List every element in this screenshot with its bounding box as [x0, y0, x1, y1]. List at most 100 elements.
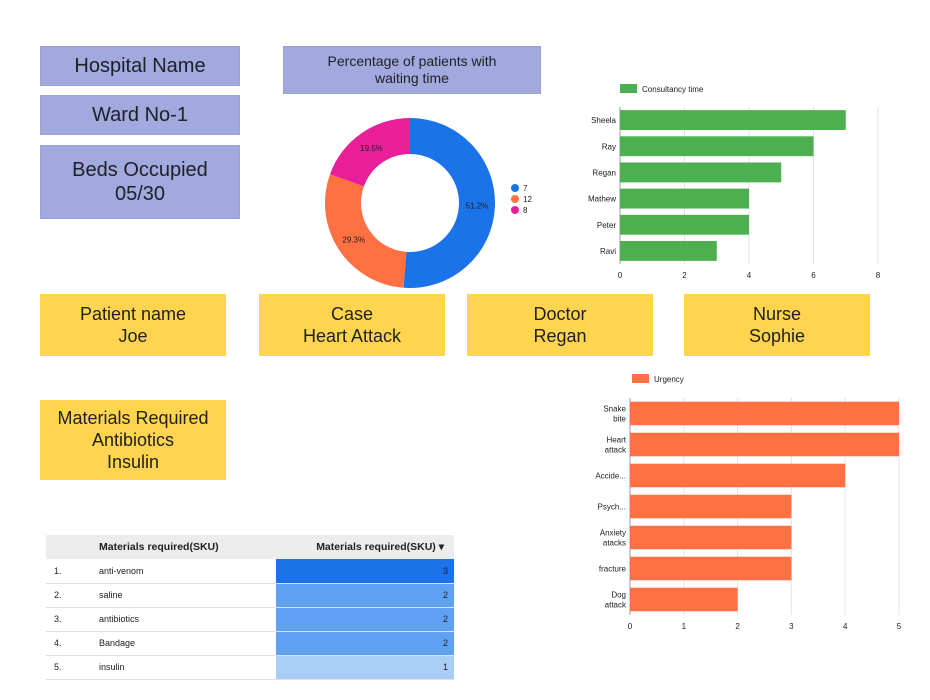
- bar: [630, 494, 792, 519]
- y-tick-label: Ravi: [600, 247, 616, 256]
- patient-name-value: Joe: [118, 326, 148, 346]
- bar: [630, 525, 792, 550]
- x-tick-label: 8: [876, 271, 881, 280]
- table-row: 5. insulin 1: [46, 655, 454, 679]
- x-tick-label: 5: [897, 622, 902, 631]
- x-tick-label: 1: [682, 622, 687, 631]
- y-tick-label: Regan: [592, 168, 616, 177]
- waiting-time-donut-chart: 51.2% 29.3% 19.5% 7 12 8: [325, 118, 532, 288]
- table-row: 1. anti-venom 3: [46, 559, 454, 583]
- y-tick-label: Psych...: [598, 503, 626, 512]
- row-material-value: 3: [276, 559, 454, 583]
- legend-label-8: 8: [523, 206, 528, 215]
- x-tick-label: 0: [618, 271, 623, 280]
- y-tick-label: fracture: [599, 565, 627, 574]
- case-card: Case Heart Attack: [259, 294, 445, 356]
- row-index: 4.: [54, 638, 62, 648]
- legend-marker-8: [511, 206, 519, 214]
- legend-marker-7: [511, 184, 519, 192]
- row-material-name: antibiotics: [99, 614, 140, 624]
- y-tick-label: Anxiety: [600, 529, 626, 538]
- bar: [630, 432, 899, 457]
- x-tick-label: 2: [682, 271, 687, 280]
- patient-name-label: Patient name: [79, 304, 187, 324]
- bar: [630, 556, 792, 581]
- materials-label: Materials Required: [57, 408, 209, 428]
- x-tick-label: 6: [811, 271, 816, 280]
- materials-item-antibiotics: Antibiotics: [91, 430, 175, 450]
- table-row: 2. saline 2: [46, 583, 454, 607]
- beds-card: Beds Occupied 05/30: [40, 145, 240, 219]
- legend-label: Urgency: [654, 375, 684, 384]
- row-index: 2.: [54, 590, 62, 600]
- row-material-value: 1: [276, 655, 454, 679]
- bar: [620, 162, 782, 183]
- x-tick-label: 2: [735, 622, 740, 631]
- y-tick-label: bite: [613, 415, 626, 424]
- y-tick-label: Snake: [603, 405, 626, 414]
- row-material-name: saline: [99, 590, 123, 600]
- nurse-card: Nurse Sophie: [684, 294, 870, 356]
- sku-name-header[interactable]: Materials required(SKU): [98, 535, 276, 559]
- y-tick-label: Mathew: [588, 195, 616, 204]
- donut-slice-12: [325, 174, 407, 288]
- case-label: Case: [330, 304, 374, 324]
- y-tick-label: attack: [605, 446, 627, 455]
- legend-label: Consultancy time: [642, 85, 704, 94]
- bar: [630, 401, 899, 426]
- bar: [620, 188, 749, 209]
- bar: [630, 587, 738, 612]
- table-row: 3. antibiotics 2: [46, 607, 454, 631]
- row-index: 5.: [54, 662, 62, 672]
- legend-label-7: 7: [523, 184, 528, 193]
- legend-label-12: 12: [523, 195, 532, 204]
- y-tick-label: Peter: [597, 221, 616, 230]
- hospital-name-card: Hospital Name: [40, 46, 240, 86]
- x-tick-label: 4: [747, 271, 752, 280]
- donut-title-card: Percentage of patients with waiting time: [283, 46, 541, 94]
- y-tick-label: atacks: [603, 539, 626, 548]
- beds-label: Beds Occupied: [72, 159, 208, 181]
- donut-title-line1: Percentage of patients with: [327, 53, 497, 69]
- materials-item-insulin: Insulin: [106, 452, 160, 472]
- bar: [620, 240, 717, 261]
- x-tick-label: 4: [843, 622, 848, 631]
- beds-value: 05/30: [114, 183, 166, 205]
- nurse-value: Sophie: [748, 326, 806, 346]
- bar: [620, 214, 749, 235]
- ward-number: Ward No-1: [92, 103, 188, 126]
- nurse-label: Nurse: [752, 304, 801, 324]
- y-tick-label: attack: [605, 601, 627, 610]
- y-tick-label: Heart: [606, 436, 626, 445]
- x-tick-label: 0: [628, 622, 633, 631]
- case-value: Heart Attack: [302, 326, 402, 346]
- y-tick-label: Sheela: [591, 116, 616, 125]
- legend-swatch: [632, 374, 649, 383]
- bar: [620, 110, 846, 131]
- patient-name-card: Patient name Joe: [40, 294, 226, 356]
- ward-card: Ward No-1: [40, 95, 240, 135]
- doctor-label: Doctor: [533, 304, 587, 324]
- y-tick-label: Accide...: [595, 472, 626, 481]
- doctor-value: Regan: [533, 326, 587, 346]
- donut-slice-label: 19.5%: [360, 144, 383, 153]
- urgency-bar-chart: 0 1 2 3 4 5SnakebiteHeartattackAccide...Psych…: [595, 374, 902, 631]
- row-material-value: 2: [276, 631, 454, 655]
- row-material-name: Bandage: [99, 638, 136, 648]
- materials-table: Materials required(SKU) Materials requir…: [46, 535, 454, 680]
- bar: [620, 136, 814, 157]
- row-material-value: 2: [276, 583, 454, 607]
- row-index: 1.: [54, 565, 62, 576]
- table-row: 4. Bandage 2: [46, 631, 454, 655]
- legend-marker-12: [511, 195, 519, 203]
- bar: [630, 463, 846, 488]
- doctor-card: Doctor Regan: [467, 294, 653, 356]
- legend-swatch: [620, 84, 637, 93]
- donut-slice-label: 29.3%: [342, 235, 365, 244]
- table-header-row: Materials required(SKU) Materials requir…: [46, 535, 454, 559]
- index-header: [46, 535, 98, 559]
- x-tick-label: 3: [789, 622, 794, 631]
- donut-slice-label: 51.2%: [466, 202, 489, 211]
- consultancy-time-bar-chart: 0 2 4 6 8 Sheela Ray Regan Mathew Peter Ravi Consul…: [588, 84, 881, 280]
- sku-value-header[interactable]: Materials required(SKU) ▾: [276, 535, 454, 559]
